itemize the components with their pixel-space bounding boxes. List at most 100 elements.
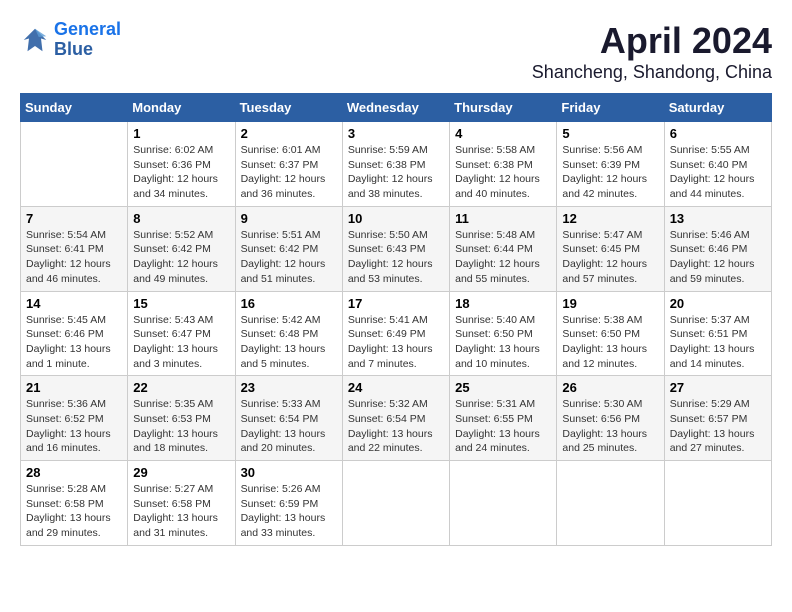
calendar-header-row: SundayMondayTuesdayWednesdayThursdayFrid… xyxy=(21,94,772,122)
calendar-cell: 6 Sunrise: 5:55 AMSunset: 6:40 PMDaylight… xyxy=(664,122,771,207)
page-header: General Blue April 2024 Shancheng, Shand… xyxy=(20,20,772,83)
day-number: 16 xyxy=(241,296,337,311)
day-info: Sunrise: 5:51 AMSunset: 6:42 PMDaylight:… xyxy=(241,228,337,287)
day-number: 30 xyxy=(241,465,337,480)
logo-icon xyxy=(20,25,50,55)
logo: General Blue xyxy=(20,20,121,60)
calendar-cell: 1 Sunrise: 6:02 AMSunset: 6:36 PMDaylight… xyxy=(128,122,235,207)
calendar-cell: 13 Sunrise: 5:46 AMSunset: 6:46 PMDayligh… xyxy=(664,206,771,291)
calendar-cell: 19Sunrise: 5:38 AMSunset: 6:50 PMDayligh… xyxy=(557,291,664,376)
calendar-cell: 10Sunrise: 5:50 AMSunset: 6:43 PMDayligh… xyxy=(342,206,449,291)
calendar-cell xyxy=(450,461,557,546)
day-number: 23 xyxy=(241,380,337,395)
day-number: 15 xyxy=(133,296,229,311)
header-friday: Friday xyxy=(557,94,664,122)
calendar-cell: 22Sunrise: 5:35 AMSunset: 6:53 PMDayligh… xyxy=(128,376,235,461)
day-info: Sunrise: 5:31 AMSunset: 6:55 PMDaylight:… xyxy=(455,397,551,456)
calendar-week-3: 14 Sunrise: 5:45 AMSunset: 6:46 PMDayligh… xyxy=(21,291,772,376)
calendar-cell: 3Sunrise: 5:59 AMSunset: 6:38 PMDaylight… xyxy=(342,122,449,207)
day-number: 2 xyxy=(241,126,337,141)
calendar-cell: 16 Sunrise: 5:42 AMSunset: 6:48 PMDayligh… xyxy=(235,291,342,376)
calendar-cell: 17 Sunrise: 5:41 AMSunset: 6:49 PMDayligh… xyxy=(342,291,449,376)
calendar-week-1: 1 Sunrise: 6:02 AMSunset: 6:36 PMDaylight… xyxy=(21,122,772,207)
day-info: Sunrise: 5:30 AMSunset: 6:56 PMDaylight:… xyxy=(562,397,658,456)
day-info: Sunrise: 5:47 AMSunset: 6:45 PMDaylight:… xyxy=(562,228,658,287)
main-title: April 2024 xyxy=(532,20,772,62)
day-number: 14 xyxy=(26,296,122,311)
day-number: 12 xyxy=(562,211,658,226)
day-info: Sunrise: 5:56 AMSunset: 6:39 PMDaylight:… xyxy=(562,143,658,202)
day-info: Sunrise: 5:37 AMSunset: 6:51 PMDaylight:… xyxy=(670,313,766,372)
header-wednesday: Wednesday xyxy=(342,94,449,122)
day-info: Sunrise: 5:32 AMSunset: 6:54 PMDaylight:… xyxy=(348,397,444,456)
calendar-cell: 14 Sunrise: 5:45 AMSunset: 6:46 PMDayligh… xyxy=(21,291,128,376)
calendar-cell: 21Sunrise: 5:36 AMSunset: 6:52 PMDayligh… xyxy=(21,376,128,461)
day-number: 11 xyxy=(455,211,551,226)
calendar-cell: 12 Sunrise: 5:47 AMSunset: 6:45 PMDayligh… xyxy=(557,206,664,291)
day-info: Sunrise: 5:58 AMSunset: 6:38 PMDaylight:… xyxy=(455,143,551,202)
day-info: Sunrise: 5:38 AMSunset: 6:50 PMDaylight:… xyxy=(562,313,658,372)
day-info: Sunrise: 5:42 AMSunset: 6:48 PMDaylight:… xyxy=(241,313,337,372)
calendar-cell: 2 Sunrise: 6:01 AMSunset: 6:37 PMDaylight… xyxy=(235,122,342,207)
day-info: Sunrise: 6:01 AMSunset: 6:37 PMDaylight:… xyxy=(241,143,337,202)
day-info: Sunrise: 5:29 AMSunset: 6:57 PMDaylight:… xyxy=(670,397,766,456)
day-info: Sunrise: 5:43 AMSunset: 6:47 PMDaylight:… xyxy=(133,313,229,372)
calendar-cell: 29Sunrise: 5:27 AMSunset: 6:58 PMDayligh… xyxy=(128,461,235,546)
day-number: 4 xyxy=(455,126,551,141)
day-number: 9 xyxy=(241,211,337,226)
day-info: Sunrise: 5:54 AMSunset: 6:41 PMDaylight:… xyxy=(26,228,122,287)
calendar-cell xyxy=(557,461,664,546)
day-number: 27 xyxy=(670,380,766,395)
calendar-cell: 9 Sunrise: 5:51 AMSunset: 6:42 PMDaylight… xyxy=(235,206,342,291)
day-number: 20 xyxy=(670,296,766,311)
calendar-cell: 4 Sunrise: 5:58 AMSunset: 6:38 PMDaylight… xyxy=(450,122,557,207)
header-saturday: Saturday xyxy=(664,94,771,122)
day-number: 22 xyxy=(133,380,229,395)
calendar-cell xyxy=(342,461,449,546)
day-info: Sunrise: 5:55 AMSunset: 6:40 PMDaylight:… xyxy=(670,143,766,202)
calendar-cell: 20 Sunrise: 5:37 AMSunset: 6:51 PMDayligh… xyxy=(664,291,771,376)
day-info: Sunrise: 5:28 AMSunset: 6:58 PMDaylight:… xyxy=(26,482,122,541)
day-info: Sunrise: 5:26 AMSunset: 6:59 PMDaylight:… xyxy=(241,482,337,541)
day-number: 1 xyxy=(133,126,229,141)
calendar-cell: 27 Sunrise: 5:29 AMSunset: 6:57 PMDayligh… xyxy=(664,376,771,461)
day-info: Sunrise: 5:48 AMSunset: 6:44 PMDaylight:… xyxy=(455,228,551,287)
day-info: Sunrise: 5:45 AMSunset: 6:46 PMDaylight:… xyxy=(26,313,122,372)
subtitle: Shancheng, Shandong, China xyxy=(532,62,772,83)
day-info: Sunrise: 5:46 AMSunset: 6:46 PMDaylight:… xyxy=(670,228,766,287)
day-number: 6 xyxy=(670,126,766,141)
calendar-cell: 15 Sunrise: 5:43 AMSunset: 6:47 PMDayligh… xyxy=(128,291,235,376)
day-info: Sunrise: 5:41 AMSunset: 6:49 PMDaylight:… xyxy=(348,313,444,372)
calendar-cell: 8 Sunrise: 5:52 AMSunset: 6:42 PMDaylight… xyxy=(128,206,235,291)
calendar-cell: 18 Sunrise: 5:40 AMSunset: 6:50 PMDayligh… xyxy=(450,291,557,376)
day-number: 29 xyxy=(133,465,229,480)
day-number: 13 xyxy=(670,211,766,226)
day-number: 7 xyxy=(26,211,122,226)
day-number: 26 xyxy=(562,380,658,395)
header-tuesday: Tuesday xyxy=(235,94,342,122)
day-info: Sunrise: 6:02 AMSunset: 6:36 PMDaylight:… xyxy=(133,143,229,202)
day-number: 28 xyxy=(26,465,122,480)
day-number: 18 xyxy=(455,296,551,311)
calendar-cell: 26 Sunrise: 5:30 AMSunset: 6:56 PMDayligh… xyxy=(557,376,664,461)
calendar-cell: 5Sunrise: 5:56 AMSunset: 6:39 PMDaylight… xyxy=(557,122,664,207)
day-number: 25 xyxy=(455,380,551,395)
header-sunday: Sunday xyxy=(21,94,128,122)
title-area: April 2024 Shancheng, Shandong, China xyxy=(532,20,772,83)
day-number: 8 xyxy=(133,211,229,226)
calendar-cell: 25 Sunrise: 5:31 AMSunset: 6:55 PMDayligh… xyxy=(450,376,557,461)
calendar-cell: 7 Sunrise: 5:54 AMSunset: 6:41 PMDaylight… xyxy=(21,206,128,291)
day-info: Sunrise: 5:40 AMSunset: 6:50 PMDaylight:… xyxy=(455,313,551,372)
day-number: 21 xyxy=(26,380,122,395)
calendar-cell: 28 Sunrise: 5:28 AMSunset: 6:58 PMDayligh… xyxy=(21,461,128,546)
calendar-cell xyxy=(21,122,128,207)
header-monday: Monday xyxy=(128,94,235,122)
logo-text: General Blue xyxy=(54,20,121,60)
day-number: 17 xyxy=(348,296,444,311)
calendar-week-5: 28 Sunrise: 5:28 AMSunset: 6:58 PMDayligh… xyxy=(21,461,772,546)
calendar-cell: 11 Sunrise: 5:48 AMSunset: 6:44 PMDayligh… xyxy=(450,206,557,291)
calendar-table: SundayMondayTuesdayWednesdayThursdayFrid… xyxy=(20,93,772,546)
day-info: Sunrise: 5:52 AMSunset: 6:42 PMDaylight:… xyxy=(133,228,229,287)
calendar-week-4: 21Sunrise: 5:36 AMSunset: 6:52 PMDayligh… xyxy=(21,376,772,461)
calendar-cell: 30 Sunrise: 5:26 AMSunset: 6:59 PMDayligh… xyxy=(235,461,342,546)
